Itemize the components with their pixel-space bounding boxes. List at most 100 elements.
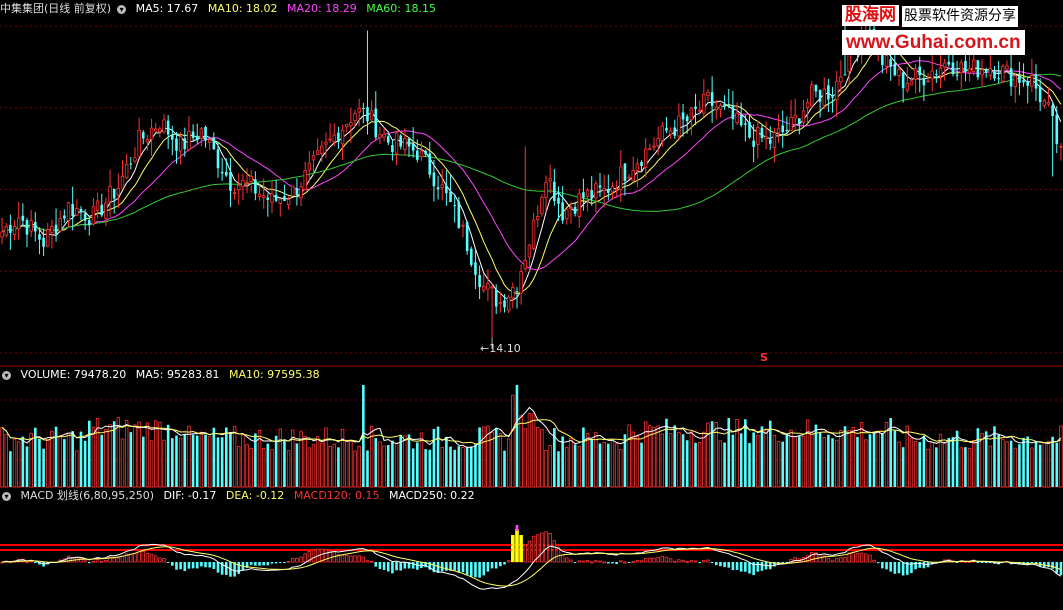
candle-body [540, 197, 544, 214]
macd-histogram-bar [727, 562, 731, 568]
candle-body [768, 139, 772, 144]
volume-bar [87, 420, 91, 487]
volume-bar [681, 434, 685, 487]
macd-histogram-bar [531, 535, 536, 563]
candle-body [469, 248, 473, 265]
volume-bar [976, 428, 980, 487]
candle-body [959, 62, 963, 74]
volume-bar [498, 433, 503, 488]
candle-body [490, 286, 494, 289]
candle-body [241, 180, 245, 187]
macd-histogram-bar [478, 562, 481, 578]
macd-panel-header: ▾ MACD 划线(6,80,95,250) DIF: -0.17 DEA: -… [0, 488, 481, 504]
candle-body [187, 131, 191, 150]
macd-histogram-bar [345, 554, 349, 563]
volume-bar [357, 445, 361, 488]
macd-histogram-bar [382, 562, 386, 570]
candle-body [175, 138, 178, 151]
volume-bar [171, 438, 174, 487]
candle-body [752, 140, 755, 147]
macd-histogram-bar [191, 562, 195, 569]
macd-toggle-icon[interactable]: ▾ [2, 491, 11, 501]
candle-body [120, 175, 125, 189]
volume-bar [935, 447, 938, 487]
volume-bar [1038, 444, 1042, 487]
volume-bar [120, 438, 125, 488]
candle-body [46, 229, 50, 247]
candle-body [42, 237, 45, 247]
candle-body [1001, 66, 1005, 82]
volume-bar [391, 440, 394, 487]
macd-histogram-bar [885, 562, 888, 570]
candle-body [245, 181, 249, 184]
volume-bar [984, 431, 988, 487]
volume-bar [511, 394, 515, 488]
candle-body [582, 192, 585, 198]
volume-bar [997, 434, 1000, 487]
macd-histogram-bar [212, 562, 216, 570]
volume-toggle-icon[interactable]: ▾ [2, 370, 11, 380]
macd-histogram-bar [756, 562, 760, 572]
volume-bar [374, 438, 378, 487]
settings-toggle-icon[interactable]: ▾ [117, 4, 127, 14]
candle-body [631, 170, 635, 182]
candle-body [1030, 75, 1034, 87]
candle-body [357, 108, 361, 113]
volume-bar [261, 448, 266, 488]
candle-body [328, 138, 332, 141]
volume-bar [872, 431, 876, 487]
candle-body [4, 226, 8, 236]
candle-body [216, 149, 220, 169]
candle-body [232, 192, 237, 195]
candle-body [748, 121, 751, 138]
macd-histogram-bar [175, 562, 178, 570]
candle-body [378, 133, 382, 138]
candle-body [191, 131, 195, 138]
volume-bar [1022, 437, 1025, 487]
candle-body [407, 138, 411, 147]
candle-body [71, 203, 74, 217]
macd-histogram-bar [668, 558, 673, 563]
candle-body [652, 145, 656, 148]
candle-body [104, 202, 108, 219]
volume-bar [278, 428, 282, 488]
candle-body [565, 208, 569, 220]
ma5-label: MA5: 17.67 [135, 2, 199, 15]
volume-bar [411, 448, 415, 487]
macd-histogram-bar [25, 561, 29, 564]
volume-bar [432, 428, 436, 487]
macd-histogram-bar [552, 540, 557, 563]
volume-bar [793, 436, 797, 488]
volume-bar [689, 431, 694, 488]
volume-bar [50, 431, 54, 488]
chart-canvas[interactable] [0, 0, 1063, 610]
macd-histogram-bar [457, 562, 461, 573]
volume-bar [590, 439, 594, 487]
volume-bar [428, 449, 432, 487]
candle-body [257, 193, 262, 198]
volume-bar [913, 440, 918, 488]
candle-body [207, 139, 212, 143]
candle-body [531, 219, 536, 249]
volume-bar [660, 433, 664, 488]
macd-histogram-bar [386, 562, 390, 572]
volume-bar [46, 438, 50, 488]
chart-stage[interactable]: 中集集团(日线 前复权) ▾ MA5: 17.67 MA10: 18.02 MA2… [0, 0, 1063, 610]
candle-body [1042, 100, 1047, 106]
volume-bar [561, 436, 564, 487]
volume-bar [702, 431, 706, 488]
volume-bar [63, 439, 66, 487]
volume-label: VOLUME: 79478.20 [20, 368, 127, 381]
macd-histogram-bar [262, 562, 265, 566]
dif-label: DIF: -0.17 [163, 489, 217, 502]
candle-body [79, 208, 83, 212]
macd-histogram-bar [145, 553, 150, 563]
macd-histogram-bar [378, 562, 382, 570]
candle-body [909, 80, 914, 86]
volume-bar [225, 427, 228, 487]
candle-body [951, 62, 955, 74]
volume-bar [104, 429, 108, 488]
macd-histogram-bar [158, 557, 162, 563]
macd-histogram-bar [353, 555, 357, 563]
candle-body [486, 283, 490, 290]
